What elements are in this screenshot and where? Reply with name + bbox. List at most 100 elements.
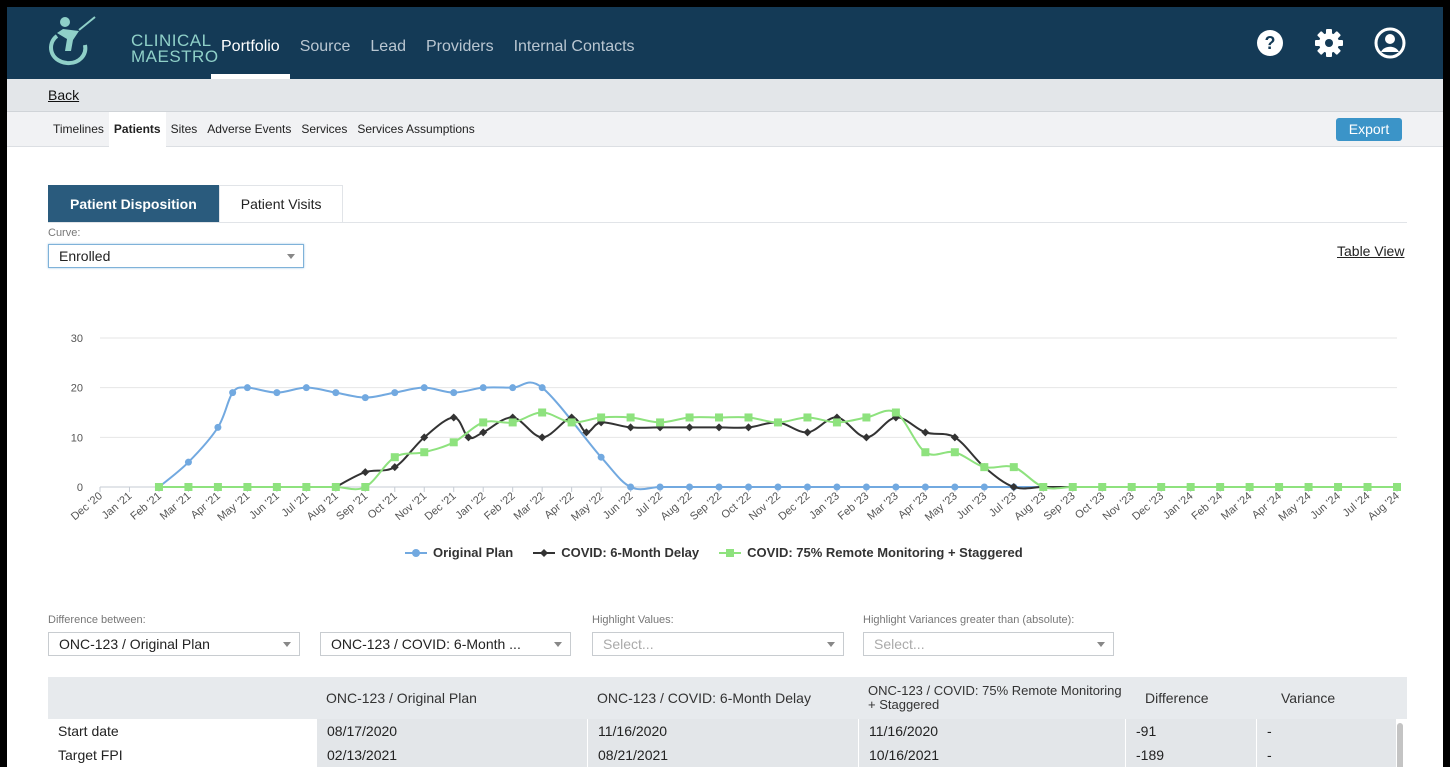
table-view-link[interactable]: Table View <box>1337 243 1404 259</box>
difference-between-label: Difference between: <box>48 614 146 626</box>
data-point <box>685 423 694 432</box>
x-tick-label: Jun '23 <box>955 490 990 522</box>
data-point <box>597 453 605 461</box>
table-scrollbar[interactable] <box>1397 723 1403 767</box>
table-row: Start date 08/17/2020 11/16/2020 11/16/2… <box>48 719 1407 743</box>
chart-legend: Original Plan COVID: 6-Month Delay COVID… <box>405 545 1043 560</box>
data-point <box>1393 483 1401 491</box>
x-tick-label: Jan '24 <box>1161 490 1196 522</box>
subtab-adverse-events[interactable]: Adverse Events <box>202 112 296 147</box>
settings-icon[interactable] <box>1313 27 1345 59</box>
difference-a-select[interactable]: ONC-123 / Original Plan <box>48 632 300 656</box>
x-tick-label: May '21 <box>215 490 252 524</box>
x-tick-label: Feb '22 <box>482 490 518 523</box>
data-point <box>361 483 370 491</box>
clinical-maestro-logo[interactable]: CLINICAL MAESTRO <box>43 13 218 71</box>
data-point <box>273 389 281 397</box>
data-point <box>773 418 782 427</box>
x-tick-label: May '23 <box>923 490 960 524</box>
subtab-services-assumptions[interactable]: Services Assumptions <box>352 112 479 147</box>
data-point <box>450 389 458 397</box>
back-link[interactable]: Back <box>48 87 79 103</box>
subtab-patients[interactable]: Patients <box>108 112 166 147</box>
column-header[interactable]: Variance <box>1256 677 1407 719</box>
data-point <box>715 413 724 422</box>
data-point <box>803 483 811 491</box>
user-account-icon[interactable] <box>1374 27 1406 59</box>
data-point <box>420 448 429 457</box>
x-tick-label: Mar '21 <box>158 490 194 523</box>
data-point <box>745 483 752 491</box>
subtab-services[interactable]: Services <box>296 112 352 147</box>
table-cell: -189 <box>1125 743 1256 767</box>
main-nav: Portfolio Source Lead Providers Internal… <box>211 7 645 79</box>
column-header[interactable]: ONC-123 / COVID: 75% Remote Monitoring +… <box>858 677 1125 719</box>
subtab-timelines[interactable]: Timelines <box>48 112 109 147</box>
data-point <box>686 483 694 491</box>
data-point <box>302 483 311 491</box>
curve-select-value: Enrolled <box>59 248 111 264</box>
data-point <box>891 408 900 417</box>
x-tick-label: Dec '23 <box>1130 490 1166 523</box>
legend-item-6-month-delay[interactable]: COVID: 6-Month Delay <box>533 545 699 560</box>
data-point <box>744 423 753 432</box>
highlight-variances-placeholder: Select... <box>874 636 925 652</box>
column-header[interactable]: ONC-123 / Original Plan <box>316 677 587 719</box>
table-cell: 02/13/2021 <box>316 743 587 767</box>
legend-item-remote-monitoring[interactable]: COVID: 75% Remote Monitoring + Staggered <box>719 545 1023 560</box>
data-point <box>950 448 959 457</box>
legend-diamond-marker-icon <box>533 548 556 557</box>
data-point <box>1068 483 1077 491</box>
data-point <box>980 483 988 491</box>
view-tabs: Patient Disposition Patient Visits <box>48 185 344 222</box>
column-header[interactable]: ONC-123 / COVID: 6-Month Delay <box>587 677 858 719</box>
data-point <box>331 483 340 491</box>
tab-patient-visits[interactable]: Patient Visits <box>218 185 344 222</box>
legend-label: Original Plan <box>433 545 514 560</box>
highlight-variances-select[interactable]: Select... <box>863 632 1114 656</box>
data-point <box>184 483 193 491</box>
nav-item-providers[interactable]: Providers <box>416 7 504 79</box>
nav-item-source[interactable]: Source <box>290 7 361 79</box>
tab-patient-disposition[interactable]: Patient Disposition <box>48 185 219 222</box>
difference-b-select[interactable]: ONC-123 / COVID: 6-Month ... <box>320 632 571 656</box>
x-tick-label: Jan '21 <box>100 490 135 522</box>
help-icon[interactable]: ? <box>1254 27 1286 59</box>
data-point <box>214 423 222 431</box>
highlight-values-placeholder: Select... <box>603 636 654 652</box>
subtab-sites[interactable]: Sites <box>166 112 203 147</box>
data-point <box>332 389 340 397</box>
nav-item-portfolio[interactable]: Portfolio <box>211 7 290 79</box>
legend-label: COVID: 75% Remote Monitoring + Staggered <box>747 545 1023 560</box>
data-point <box>184 458 192 466</box>
nav-item-lead[interactable]: Lead <box>360 7 416 79</box>
column-header[interactable]: Difference <box>1125 677 1256 719</box>
data-point <box>921 448 930 457</box>
back-bar: Back <box>7 79 1443 112</box>
data-point <box>449 413 458 422</box>
export-button[interactable]: Export <box>1336 118 1402 141</box>
legend-square-marker-icon <box>719 548 742 557</box>
data-point <box>243 384 251 392</box>
data-point <box>1334 483 1343 491</box>
table-cell: - <box>1256 743 1396 767</box>
data-point <box>892 483 900 491</box>
top-navigation-bar: CLINICAL MAESTRO Portfolio Source Lead P… <box>7 7 1443 79</box>
row-label: Start date <box>58 723 119 739</box>
chevron-down-icon <box>283 642 291 647</box>
nav-item-internal-contacts[interactable]: Internal Contacts <box>504 7 645 79</box>
legend-item-original-plan[interactable]: Original Plan <box>405 545 513 560</box>
x-tick-label: May '24 <box>1277 490 1314 524</box>
data-point <box>833 483 841 491</box>
data-point <box>627 483 635 491</box>
x-tick-label: Sep '21 <box>334 490 370 523</box>
x-tick-label: Nov '22 <box>747 490 783 523</box>
data-point <box>508 418 517 427</box>
x-tick-label: Mar '23 <box>865 490 901 523</box>
data-point <box>656 418 665 427</box>
sub-navigation: Timelines Patients Sites Adverse Events … <box>7 112 1443 147</box>
data-point <box>1039 483 1048 491</box>
difference-a-value: ONC-123 / Original Plan <box>59 636 210 652</box>
highlight-values-select[interactable]: Select... <box>592 632 844 656</box>
curve-select[interactable]: Enrolled <box>48 244 304 268</box>
